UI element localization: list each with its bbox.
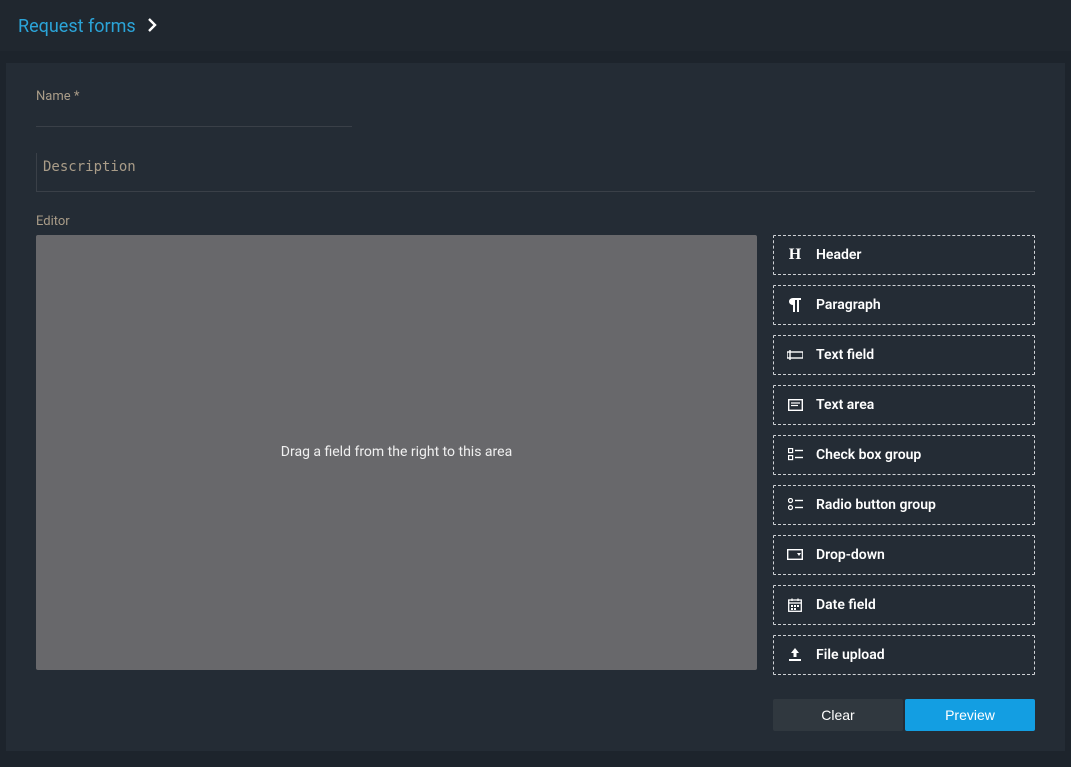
palette-item-radio-group[interactable]: Radio button group [773, 485, 1035, 525]
clear-button[interactable]: Clear [773, 699, 903, 731]
palette-item-date-field[interactable]: Date field [773, 585, 1035, 625]
palette-item-header[interactable]: H Header [773, 235, 1035, 275]
palette-item-label: Header [816, 247, 861, 263]
palette-item-dropdown[interactable]: Drop-down [773, 535, 1035, 575]
dropdown-icon [786, 549, 804, 560]
palette-item-label: Text field [816, 347, 874, 363]
text-area-icon [786, 399, 804, 411]
palette-item-label: Check box group [816, 447, 921, 463]
palette-item-label: Radio button group [816, 497, 936, 513]
date-icon [786, 598, 804, 612]
radio-icon [786, 498, 804, 511]
palette-item-label: Date field [816, 597, 876, 613]
palette-item-label: File upload [816, 647, 885, 663]
name-label: Name * [36, 89, 1035, 104]
palette-item-text-area[interactable]: Text area [773, 385, 1035, 425]
preview-button[interactable]: Preview [905, 699, 1035, 731]
palette-item-checkbox-group[interactable]: Check box group [773, 435, 1035, 475]
palette-item-label: Text area [816, 397, 874, 413]
drop-hint-text: Drag a field from the right to this area [281, 444, 512, 460]
form-builder-card: Name * Editor Drag a field from the righ… [6, 63, 1065, 751]
chevron-right-icon [146, 17, 158, 37]
editor-drop-area[interactable]: Drag a field from the right to this area [36, 235, 757, 670]
palette-item-text-field[interactable]: Text field [773, 335, 1035, 375]
breadcrumb: Request forms [0, 0, 1071, 51]
name-input[interactable] [36, 107, 352, 127]
upload-icon [786, 648, 804, 661]
palette-item-label: Drop-down [816, 547, 885, 563]
checkbox-icon [786, 448, 804, 461]
name-field-row: Name * [36, 89, 1035, 127]
text-field-icon [786, 349, 804, 361]
palette-actions: Clear Preview [773, 699, 1035, 731]
field-palette: H Header Paragraph Text field Text a [773, 235, 1035, 731]
editor-label: Editor [36, 214, 1035, 229]
header-icon: H [786, 247, 804, 263]
palette-item-paragraph[interactable]: Paragraph [773, 285, 1035, 325]
palette-item-file-upload[interactable]: File upload [773, 635, 1035, 675]
editor-row: Drag a field from the right to this area… [36, 235, 1035, 731]
paragraph-icon [786, 298, 804, 312]
description-input[interactable] [39, 153, 1035, 187]
description-field-row [36, 153, 1035, 192]
breadcrumb-root-link[interactable]: Request forms [18, 16, 136, 37]
palette-item-label: Paragraph [816, 297, 881, 313]
